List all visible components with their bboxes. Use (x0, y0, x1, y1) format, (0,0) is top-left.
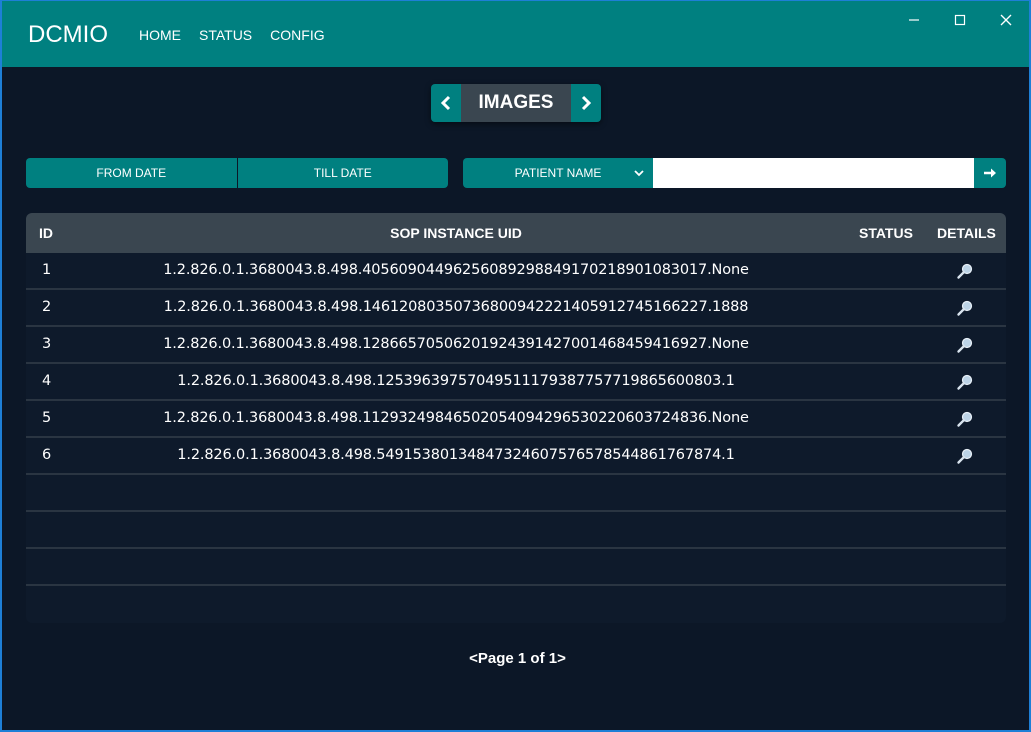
empty-row (26, 549, 1006, 586)
cell-id: 6 (42, 447, 52, 463)
chevron-left-icon (440, 95, 451, 111)
magnifier-icon[interactable] (956, 262, 974, 280)
cell-id: 5 (42, 410, 52, 426)
table-row[interactable]: 2 1.2.826.0.1.3680043.8.498.146120803507… (26, 290, 1006, 327)
column-header-status[interactable]: STATUS (859, 225, 913, 241)
section-title: IMAGES (461, 84, 571, 122)
table-row[interactable]: 5 1.2.826.0.1.3680043.8.498.112932498465… (26, 401, 1006, 438)
window-controls (891, 7, 1029, 33)
page-indicator[interactable]: <Page 1 of 1> (2, 650, 1029, 667)
cell-id: 1 (42, 262, 52, 278)
arrow-right-icon (984, 168, 996, 178)
column-header-id[interactable]: ID (39, 225, 53, 241)
magnifier-icon[interactable] (956, 447, 974, 465)
chevron-right-icon (581, 95, 592, 111)
title-bar: DCMIO HOME STATUS CONFIG (2, 1, 1029, 67)
nav-config[interactable]: CONFIG (270, 27, 324, 43)
column-header-details[interactable]: DETAILS (937, 225, 996, 241)
next-section-button[interactable] (571, 84, 601, 122)
cell-uid: 1.2.826.0.1.3680043.8.498.14612080350736… (163, 299, 749, 315)
empty-row (26, 475, 1006, 512)
maximize-button[interactable] (937, 7, 983, 33)
cell-uid: 1.2.826.0.1.3680043.8.498.12866570506201… (163, 336, 749, 352)
cell-uid: 1.2.826.0.1.3680043.8.498.11293249846502… (163, 410, 749, 426)
magnifier-icon[interactable] (956, 410, 974, 428)
main-nav: HOME STATUS CONFIG (139, 27, 343, 43)
table-row[interactable]: 6 1.2.826.0.1.3680043.8.498.549153801348… (26, 438, 1006, 475)
table-header: ID SOP INSTANCE UID STATUS DETAILS (26, 213, 1006, 253)
maximize-icon (954, 14, 966, 26)
app-title: DCMIO (28, 21, 108, 48)
nav-home[interactable]: HOME (139, 27, 181, 43)
search-group: PATIENT NAME (463, 158, 1006, 188)
section-switcher: IMAGES (431, 84, 601, 122)
magnifier-icon[interactable] (956, 373, 974, 391)
chevron-down-icon (634, 170, 644, 177)
date-filter-group: FROM DATE TILL DATE (26, 158, 448, 188)
empty-row (26, 586, 1006, 623)
search-input[interactable] (653, 158, 974, 188)
minimize-button[interactable] (891, 7, 937, 33)
from-date-button[interactable]: FROM DATE (26, 158, 237, 188)
app-window: DCMIO HOME STATUS CONFIG IMAGES FROM DAT… (0, 0, 1031, 732)
cell-uid: 1.2.826.0.1.3680043.8.498.40560904496256… (163, 262, 749, 278)
minimize-icon (909, 19, 919, 21)
magnifier-icon[interactable] (956, 299, 974, 317)
column-header-uid[interactable]: SOP INSTANCE UID (86, 225, 826, 241)
cell-id: 3 (42, 336, 52, 352)
search-go-button[interactable] (974, 158, 1006, 188)
search-field-select[interactable]: PATIENT NAME (463, 158, 653, 188)
cell-uid: 1.2.826.0.1.3680043.8.498.54915380134847… (177, 447, 735, 463)
table-row[interactable]: 4 1.2.826.0.1.3680043.8.498.125396397570… (26, 364, 1006, 401)
search-field-value: PATIENT NAME (514, 166, 602, 180)
till-date-button[interactable]: TILL DATE (236, 158, 448, 188)
cell-id: 4 (42, 373, 52, 389)
nav-status[interactable]: STATUS (199, 27, 252, 43)
table-row[interactable]: 3 1.2.826.0.1.3680043.8.498.128665705062… (26, 327, 1006, 364)
cell-uid: 1.2.826.0.1.3680043.8.498.12539639757049… (177, 373, 735, 389)
table-row[interactable]: 1 1.2.826.0.1.3680043.8.498.405609044962… (26, 253, 1006, 290)
magnifier-icon[interactable] (956, 336, 974, 354)
cell-id: 2 (42, 299, 52, 315)
images-table: ID SOP INSTANCE UID STATUS DETAILS 1 1.2… (26, 213, 1006, 623)
prev-section-button[interactable] (431, 84, 461, 122)
close-icon (1000, 14, 1012, 26)
close-button[interactable] (983, 7, 1029, 33)
empty-row (26, 512, 1006, 549)
